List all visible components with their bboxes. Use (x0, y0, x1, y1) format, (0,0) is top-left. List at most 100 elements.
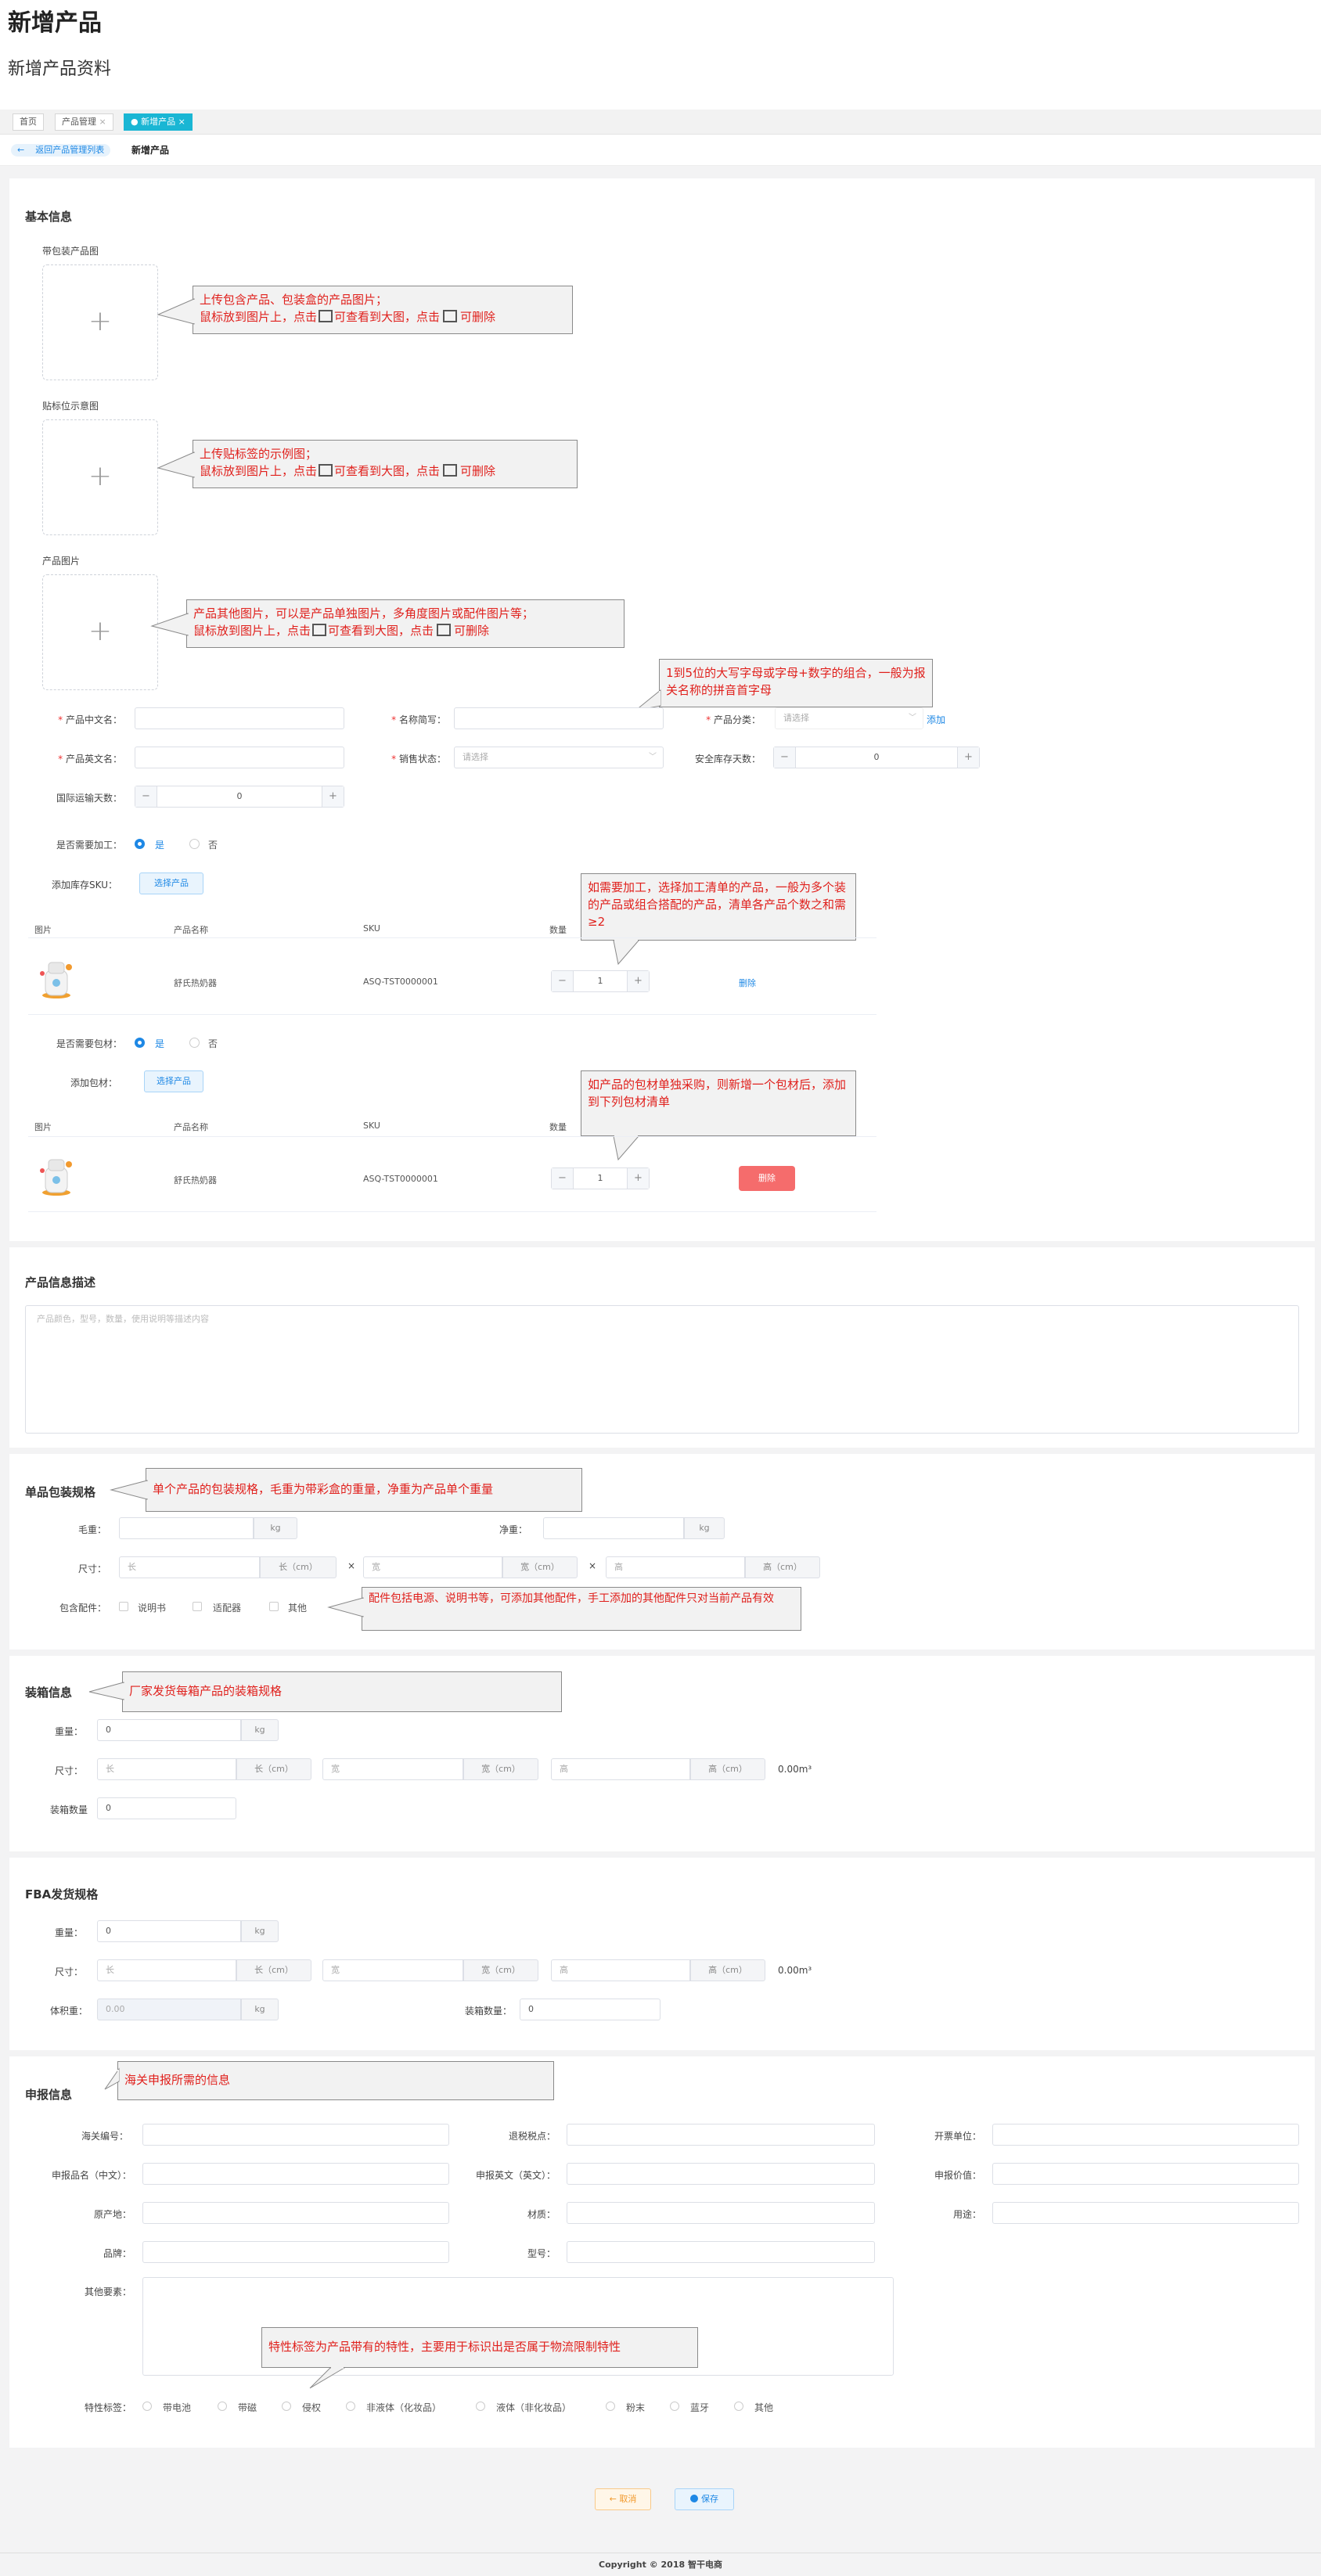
callout-pointer (110, 1480, 148, 1500)
carton-qty-input[interactable]: 0 (97, 1797, 236, 1819)
feature-nonliquid-checkbox[interactable] (346, 2402, 355, 2411)
tab-home-label: 首页 (20, 117, 37, 127)
minus-icon[interactable]: − (552, 1168, 574, 1189)
minus-icon[interactable]: − (552, 971, 574, 991)
description-textarea[interactable]: 产品颜色，型号，数量，使用说明等描述内容 (25, 1305, 1299, 1434)
cn-name-label: * 产品中文名： (58, 714, 122, 725)
carton-length-input[interactable]: 长 (97, 1758, 236, 1780)
callout-packaging: 如产品的包材单独采购，则新增一个包材后，添加到下列包材清单 (581, 1070, 856, 1136)
fba-length-input[interactable]: 长 (97, 1959, 236, 1981)
add-category-link[interactable]: 添加 (927, 713, 945, 726)
fba-qty-input[interactable]: 0 (520, 1999, 660, 2020)
feature-battery-checkbox[interactable] (142, 2402, 152, 2411)
close-icon[interactable]: × (178, 117, 185, 127)
tab-product-management[interactable]: 产品管理 × (55, 113, 113, 131)
zoom-icon (319, 464, 333, 477)
tab-bar: 首页 产品管理 × ● 新增产品 × (0, 110, 1321, 135)
feature-powder-checkbox[interactable] (606, 2402, 615, 2411)
brand-input[interactable] (142, 2241, 449, 2263)
process-yes-radio[interactable] (135, 839, 145, 849)
packaging-no-radio[interactable] (189, 1038, 200, 1048)
en-name-input[interactable] (135, 747, 344, 768)
times-icon: × (347, 1560, 356, 1571)
accessory-other-checkbox[interactable] (269, 1602, 279, 1611)
carton-volume: 0.00m³ (778, 1764, 812, 1775)
carton-height-input[interactable]: 高 (551, 1758, 690, 1780)
packaging-no-label: 否 (208, 1038, 218, 1049)
accessory-manual-checkbox[interactable] (119, 1602, 128, 1611)
model-input[interactable] (567, 2241, 875, 2263)
feature-magnet-checkbox[interactable] (218, 2402, 227, 2411)
callout-line: 上传贴标签的示例图； (200, 447, 318, 461)
short-name-label: * 名称简写： (391, 714, 446, 725)
tab-add-product[interactable]: ● 新增产品 × (124, 113, 193, 131)
plus-icon[interactable]: + (322, 786, 344, 807)
feature-liquid-checkbox[interactable] (476, 2402, 485, 2411)
invoice-unit-input[interactable] (992, 2124, 1299, 2146)
packaging-qty-stepper[interactable]: − 1 + (551, 1167, 650, 1189)
feature-bluetooth-checkbox[interactable] (670, 2402, 679, 2411)
fba-width-input[interactable]: 宽 (322, 1959, 463, 1981)
fba-weight-input[interactable]: 0 (97, 1920, 241, 1942)
product-image-upload[interactable]: + (42, 574, 158, 690)
back-to-list-link[interactable]: ← 返回产品管理列表 (11, 144, 111, 157)
intl-days-stepper[interactable]: − 0 + (135, 786, 344, 808)
material-input[interactable] (567, 2202, 875, 2224)
callout-text: 厂家发货每箱产品的装箱规格 (129, 1684, 283, 1698)
select-packaging-button[interactable]: 选择产品 (144, 1070, 203, 1092)
close-icon[interactable]: × (99, 117, 106, 127)
packaging-yes-radio[interactable] (135, 1038, 145, 1048)
fba-volume: 0.00m³ (778, 1965, 812, 1976)
callout-text: 鼠标放到图片上，点击 (200, 310, 318, 324)
sku-delete-link[interactable]: 删除 (739, 977, 756, 989)
origin-input[interactable] (142, 2202, 449, 2224)
pkg-width-input[interactable]: 宽 (363, 1556, 502, 1578)
pkg-length-input[interactable]: 长 (119, 1556, 260, 1578)
callout-text: 配件包括电源、说明书等，可添加其他配件，手工添加的其他配件只对当前产品有效 (369, 1592, 774, 1605)
single-package-title: 单品包装规格 (25, 1485, 96, 1499)
hs-code-input[interactable] (142, 2124, 449, 2146)
sku-qty-stepper[interactable]: − 1 + (551, 970, 650, 992)
short-name-label-text: 名称简写： (398, 714, 446, 725)
plus-icon[interactable]: + (627, 1168, 649, 1189)
cancel-button[interactable]: ← 取消 (595, 2488, 651, 2510)
accessory-adapter-checkbox[interactable] (193, 1602, 202, 1611)
callout-text: 可查看到大图，点击 (334, 464, 441, 478)
table-header-qty: 数量 (549, 925, 567, 935)
packaging-delete-button[interactable]: 删除 (739, 1166, 795, 1191)
carton-weight-input[interactable]: 0 (97, 1719, 241, 1741)
callout-text: 1到5位的大写字母或字母+数字的组合，一般为报关名称的拼音首字母 (666, 666, 926, 697)
short-name-input[interactable] (454, 707, 664, 729)
cn-name-input[interactable] (135, 707, 344, 729)
save-button[interactable]: 保存 (675, 2488, 734, 2510)
minus-icon[interactable]: − (135, 786, 157, 807)
usage-input[interactable] (992, 2202, 1299, 2224)
pkg-height-input[interactable]: 高 (606, 1556, 745, 1578)
declare-en-name-input[interactable] (567, 2163, 875, 2185)
tab-home[interactable]: 首页 (13, 113, 44, 131)
safety-days-stepper[interactable]: − 0 + (773, 747, 980, 768)
sale-status-select[interactable]: 请选择 ﹀ (454, 747, 664, 768)
net-weight-input[interactable] (543, 1517, 684, 1539)
select-product-button[interactable]: 选择产品 (139, 872, 203, 894)
minus-icon[interactable]: − (774, 747, 796, 768)
tab-product-management-label: 产品管理 (62, 117, 96, 127)
gross-weight-input[interactable] (119, 1517, 254, 1539)
plus-icon[interactable]: + (627, 971, 649, 991)
rebate-input[interactable] (567, 2124, 875, 2146)
feature-infringe-checkbox[interactable] (282, 2402, 291, 2411)
fba-height-input[interactable]: 高 (551, 1959, 690, 1981)
product-image-label: 产品图片 (42, 556, 81, 567)
process-no-radio[interactable] (189, 839, 200, 849)
declare-value-input[interactable] (992, 2163, 1299, 2185)
arrow-left-icon: ← (17, 145, 25, 155)
declare-cn-name-input[interactable] (142, 2163, 449, 2185)
feature-other-checkbox[interactable] (734, 2402, 743, 2411)
label-image-upload[interactable]: + (42, 419, 158, 535)
declare-cn-name-label: 申报品名（中文）： (51, 2170, 131, 2181)
plus-icon[interactable]: + (957, 747, 979, 768)
plus-icon: + (88, 305, 113, 337)
package-image-upload[interactable]: + (42, 264, 158, 380)
carton-width-input[interactable]: 宽 (322, 1758, 463, 1780)
category-select[interactable]: 请选择 ﹀ (775, 707, 923, 729)
